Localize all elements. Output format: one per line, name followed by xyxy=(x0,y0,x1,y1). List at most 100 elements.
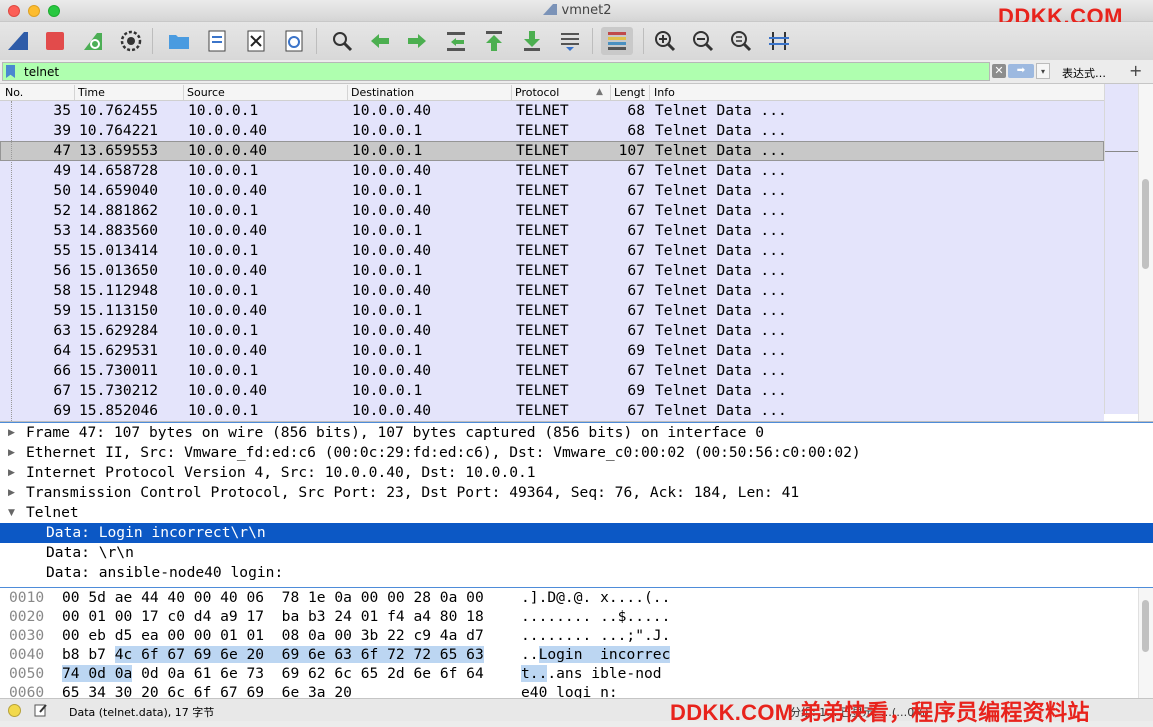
packet-row[interactable]: 53 14.883560 10.0.0.40 10.0.0.1 TELNET 67 Teln… xyxy=(0,221,1104,241)
col-protocol[interactable]: Protocol xyxy=(515,86,559,99)
reload-file-icon[interactable] xyxy=(280,27,308,55)
packet-row[interactable]: 63 15.629284 10.0.0.1 10.0.0.40 TELNET 67 Teln… xyxy=(0,321,1104,341)
packet-list: No. Time Source Destination Protocol ▲ L… xyxy=(0,84,1153,422)
ascii-bytes[interactable]: t...ans ible-nod xyxy=(521,664,662,683)
packet-row[interactable]: 64 15.629531 10.0.0.40 10.0.0.1 TELNET 69 Teln… xyxy=(0,341,1104,361)
packet-row[interactable]: 50 14.659040 10.0.0.40 10.0.0.1 TELNET 67 Teln… xyxy=(0,181,1104,201)
display-filter-input[interactable]: telnet xyxy=(2,62,990,81)
ascii-bytes[interactable]: e40 logi n: xyxy=(521,683,626,698)
stop-capture-icon[interactable] xyxy=(41,27,69,55)
zoom-out-icon[interactable] xyxy=(689,27,717,55)
hex-bytes[interactable]: 00 5d ae 44 40 00 40 06 78 1e 0a 00 00 2… xyxy=(62,588,484,607)
col-destination[interactable]: Destination xyxy=(351,86,414,99)
find-packet-icon[interactable] xyxy=(328,27,356,55)
scrollbar-thumb[interactable] xyxy=(1142,600,1149,652)
hex-bytes[interactable]: 00 01 00 17 c0 d4 a9 17 ba b3 24 01 f4 a… xyxy=(62,607,484,626)
packet-row[interactable]: 59 15.113150 10.0.0.40 10.0.0.1 TELNET 67 Teln… xyxy=(0,301,1104,321)
col-time[interactable]: Time xyxy=(78,86,105,99)
ascii-bytes[interactable]: ........ ...;".J. xyxy=(521,626,670,645)
packet-row[interactable]: 49 14.658728 10.0.0.1 10.0.0.40 TELNET 67 Teln… xyxy=(0,161,1104,181)
packet-minimap[interactable] xyxy=(1104,84,1139,414)
filter-text[interactable]: telnet xyxy=(24,65,59,79)
bookmark-icon[interactable] xyxy=(6,65,15,78)
ascii-bytes[interactable]: ........ ..$..... xyxy=(521,607,670,626)
packet-cell-dst: 10.0.0.1 xyxy=(352,302,423,319)
packet-cell-time: 13.659553 xyxy=(79,142,159,159)
hex-hl: 4c 6f 67 69 6e 20 69 6e 63 6f 72 72 65 6… xyxy=(114,646,484,663)
asc-hl: t.. xyxy=(521,665,548,682)
ascii-bytes[interactable]: .].D@.@. x....(.. xyxy=(521,588,670,607)
packet-row[interactable]: 66 15.730011 10.0.0.1 10.0.0.40 TELNET 67 Teln… xyxy=(0,361,1104,381)
hex-bytes[interactable]: b8 b7 4c 6f 67 69 6e 20 69 6e 63 6f 72 7… xyxy=(62,645,484,664)
start-capture-icon[interactable] xyxy=(4,27,32,55)
colorize-icon[interactable] xyxy=(601,27,633,55)
clear-filter-icon[interactable]: ✕ xyxy=(992,64,1006,78)
detail-row[interactable]: ▶ Ethernet II, Src: Vmware_fd:ed:c6 (00:0… xyxy=(0,443,1153,463)
packet-row[interactable]: 55 15.013414 10.0.0.1 10.0.0.40 TELNET 67 Teln… xyxy=(0,241,1104,261)
detail-row[interactable]: ▶ Frame 47: 107 bytes on wire (856 bits),… xyxy=(0,423,1153,443)
packet-row[interactable]: 35 10.762455 10.0.0.1 10.0.0.40 TELNET 68 Teln… xyxy=(0,101,1104,121)
hex-bytes[interactable]: 65 34 30 20 6c 6f 67 69 6e 3a 20 xyxy=(62,683,352,698)
packet-list-scrollbar[interactable] xyxy=(1138,84,1153,421)
save-file-icon[interactable] xyxy=(203,27,231,55)
ascii-bytes[interactable]: ..Login incorrec xyxy=(521,645,671,664)
zoom-normal-icon[interactable] xyxy=(727,27,755,55)
packet-cell-dst: 10.0.0.1 xyxy=(352,262,423,279)
go-last-icon[interactable] xyxy=(518,27,546,55)
go-back-icon[interactable] xyxy=(366,27,394,55)
packet-cell-info: Telnet Data ... xyxy=(655,362,787,379)
go-first-icon[interactable] xyxy=(480,27,508,55)
collapsed-arrow-icon[interactable]: ▶ xyxy=(8,423,15,443)
bytes-scrollbar[interactable] xyxy=(1138,588,1153,698)
edit-comment-icon[interactable] xyxy=(34,703,48,717)
scrollbar-thumb[interactable] xyxy=(1142,179,1149,269)
hex-bytes[interactable]: 00 eb d5 ea 00 00 01 01 08 0a 00 3b 22 c… xyxy=(62,626,484,645)
packet-cell-info: Telnet Data ... xyxy=(655,322,787,339)
col-length[interactable]: Lengt xyxy=(614,86,646,99)
apply-filter-arrow-icon[interactable]: ➡ xyxy=(1008,64,1034,78)
expression-button[interactable]: 表达式… xyxy=(1062,65,1106,81)
restart-capture-icon[interactable] xyxy=(79,27,107,55)
col-info[interactable]: Info xyxy=(654,86,675,99)
collapsed-arrow-icon[interactable]: ▶ xyxy=(8,483,15,503)
detail-row[interactable]: ▼ Telnet xyxy=(0,503,1153,523)
expanded-arrow-icon[interactable]: ▼ xyxy=(8,503,15,523)
detail-row[interactable]: ▶ Internet Protocol Version 4, Src: 10.0.… xyxy=(0,463,1153,483)
open-file-icon[interactable] xyxy=(165,27,193,55)
collapsed-arrow-icon[interactable]: ▶ xyxy=(8,443,15,463)
detail-row[interactable]: ▶ Transmission Control Protocol, Src Port… xyxy=(0,483,1153,503)
packet-cell-proto: TELNET xyxy=(516,282,569,299)
sort-ascending-icon: ▲ xyxy=(596,87,603,97)
packet-row[interactable]: 67 15.730212 10.0.0.40 10.0.0.1 TELNET 69 Teln… xyxy=(0,381,1104,401)
packet-cell-dst: 10.0.0.40 xyxy=(352,102,432,119)
detail-row[interactable]: Data: ansible-node40 login: xyxy=(0,563,1153,583)
zoom-in-icon[interactable] xyxy=(651,27,679,55)
packet-row[interactable]: 39 10.764221 10.0.0.40 10.0.0.1 TELNET 68 Teln… xyxy=(0,121,1104,141)
add-filter-button[interactable]: + xyxy=(1129,61,1142,80)
detail-row[interactable]: Data: Login incorrect\r\n xyxy=(0,523,1153,543)
resize-columns-icon[interactable] xyxy=(765,27,793,55)
packet-row[interactable]: 52 14.881862 10.0.0.1 10.0.0.40 TELNET 67 Teln… xyxy=(0,201,1104,221)
col-no[interactable]: No. xyxy=(5,86,23,99)
packet-row[interactable]: 56 15.013650 10.0.0.40 10.0.0.1 TELNET 67 Teln… xyxy=(0,261,1104,281)
expert-info-icon[interactable] xyxy=(8,704,21,717)
filter-history-dropdown-icon[interactable]: ▾ xyxy=(1036,63,1050,79)
packet-row[interactable]: 58 15.112948 10.0.0.1 10.0.0.40 TELNET 67 Teln… xyxy=(0,281,1104,301)
packet-cell-info: Telnet Data ... xyxy=(655,142,787,159)
go-to-packet-icon[interactable] xyxy=(442,27,470,55)
autoscroll-icon[interactable] xyxy=(556,27,584,55)
close-file-icon[interactable] xyxy=(242,27,270,55)
packet-list-header: No. Time Source Destination Protocol ▲ L… xyxy=(0,84,1138,101)
hex-bytes[interactable]: 74 0d 0a 0d 0a 61 6e 73 69 62 6c 65 2d 6… xyxy=(62,664,484,683)
packet-cell-time: 14.883560 xyxy=(79,222,159,239)
capture-options-icon[interactable] xyxy=(117,27,145,55)
detail-row[interactable]: Data: \r\n xyxy=(0,543,1153,563)
packet-cell-dst: 10.0.0.40 xyxy=(352,242,432,259)
packet-row[interactable]: 69 15.852046 10.0.0.1 10.0.0.40 TELNET 67 Teln… xyxy=(0,401,1104,421)
packet-cell-src: 10.0.0.40 xyxy=(188,302,268,319)
packet-cell-no: 59 xyxy=(53,302,71,319)
packet-row[interactable]: 47 13.659553 10.0.0.40 10.0.0.1 TELNET 107 Tel… xyxy=(0,141,1104,161)
collapsed-arrow-icon[interactable]: ▶ xyxy=(8,463,15,483)
col-source[interactable]: Source xyxy=(187,86,225,99)
go-forward-icon[interactable] xyxy=(403,27,431,55)
